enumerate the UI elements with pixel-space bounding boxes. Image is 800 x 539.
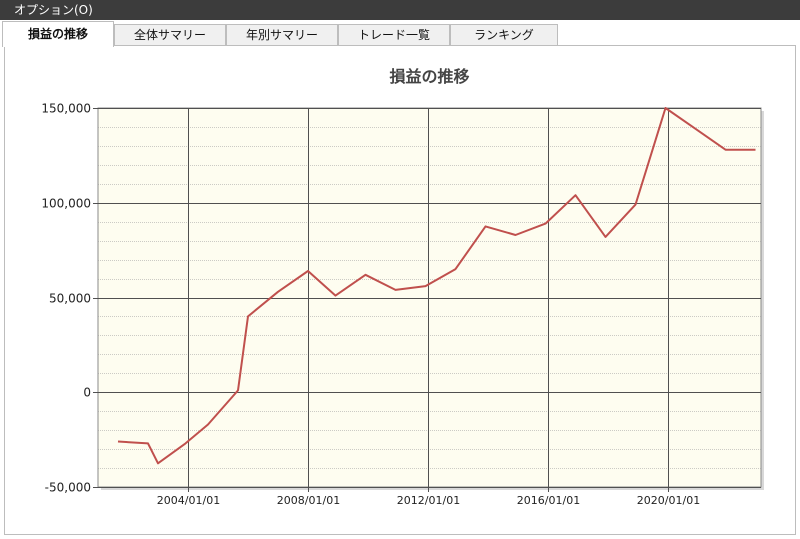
x-tick-label: 2020/01/01 (637, 494, 700, 507)
tab-trade-list[interactable]: トレード一覧 (338, 24, 450, 46)
x-tick-label: 2012/01/01 (397, 494, 460, 507)
chart-panel: 150,000 100,000 50,000 0 -50,000 2004/01/01 20… (4, 45, 796, 535)
x-tick-label: 2004/01/01 (157, 494, 220, 507)
y-tick-label: 50,000 (49, 292, 91, 306)
profit-chart: 150,000 100,000 50,000 0 -50,000 2004/01/01 20… (41, 67, 764, 507)
chart-title: 損益の推移 (389, 67, 469, 86)
plot-area (97, 107, 762, 488)
tab-strip: 損益の推移 全体サマリー 年別サマリー トレード一覧 ランキング (0, 20, 800, 47)
tab-profit-trend[interactable]: 損益の推移 (2, 21, 114, 47)
x-tick-label: 2016/01/01 (517, 494, 580, 507)
options-menu[interactable]: オプション(O) (14, 3, 93, 17)
y-tick-label: 0 (83, 386, 91, 400)
tab-overall-summary[interactable]: 全体サマリー (114, 24, 226, 46)
y-tick-label: 150,000 (41, 102, 91, 116)
menu-bar: オプション(O) (0, 0, 800, 20)
y-tick-label: -50,000 (45, 481, 91, 495)
y-tick-label: 100,000 (41, 197, 91, 211)
x-tick-label: 2008/01/01 (277, 494, 340, 507)
tab-ranking[interactable]: ランキング (450, 24, 558, 46)
tab-yearly-summary[interactable]: 年別サマリー (226, 24, 338, 46)
